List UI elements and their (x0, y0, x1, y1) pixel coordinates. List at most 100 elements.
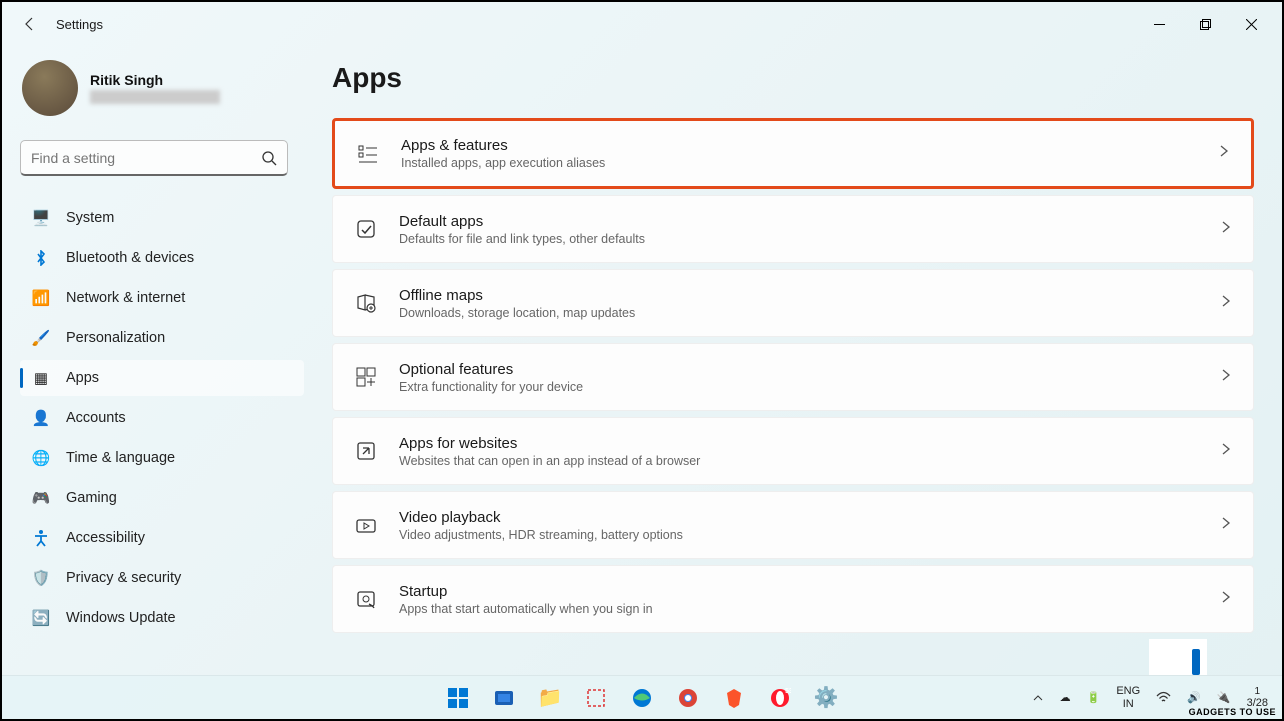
nav-label: Personalization (66, 330, 165, 346)
battery-icon[interactable]: 🔋 (1083, 691, 1105, 704)
card-apps-for-websites[interactable]: Apps for websites Websites that can open … (332, 417, 1254, 485)
nav-label: Time & language (66, 450, 175, 466)
card-subtitle: Apps that start automatically when you s… (399, 602, 1219, 616)
svg-text:539: 539 (785, 688, 791, 695)
search-box[interactable] (20, 140, 288, 176)
power-icon[interactable]: 🔌 (1213, 691, 1235, 704)
nav-icon (32, 249, 50, 267)
watermark: GADGETS TO USE (1189, 707, 1276, 717)
card-title: Optional features (399, 361, 1219, 378)
nav-label: Accessibility (66, 530, 145, 546)
settings-taskbar-icon[interactable]: ⚙️ (806, 678, 846, 718)
sidebar-item-gaming[interactable]: 🎮 Gaming (20, 480, 304, 516)
nav-icon: 👤 (32, 409, 50, 427)
sidebar-item-accessibility[interactable]: Accessibility (20, 520, 304, 556)
chevron-right-icon (1217, 144, 1231, 163)
explorer-icon[interactable]: 📁 (530, 678, 570, 718)
nav-icon: 🛡️ (32, 569, 50, 587)
nav-icon: 🖥️ (32, 209, 50, 227)
onedrive-icon[interactable]: ☁ (1056, 691, 1075, 704)
clock[interactable]: 1 3/28 (1243, 686, 1272, 709)
card-icon (353, 364, 379, 390)
nav-label: Windows Update (66, 610, 176, 626)
sidebar-item-network-internet[interactable]: 📶 Network & internet (20, 280, 304, 316)
card-icon (353, 216, 379, 242)
overlay-bar (1192, 649, 1200, 675)
card-title: Apps for websites (399, 435, 1219, 452)
card-icon (353, 438, 379, 464)
nav-label: Apps (66, 370, 99, 386)
sidebar-item-personalization[interactable]: 🖌️ Personalization (20, 320, 304, 356)
sidebar-item-windows-update[interactable]: 🔄Windows Update (20, 600, 304, 636)
chevron-right-icon (1219, 516, 1233, 535)
taskview-icon[interactable] (484, 678, 524, 718)
sidebar-item-privacy-security[interactable]: 🛡️ Privacy & security (20, 560, 304, 596)
chevron-right-icon (1219, 220, 1233, 239)
nav-icon: 🖌️ (32, 329, 50, 347)
nav-label: Privacy & security (66, 570, 181, 586)
sidebar: Ritik Singh 🖥️ System Bluetooth & devices 📶… (2, 46, 312, 679)
taskbar-center: 📁 539 ⚙️ (438, 678, 846, 718)
page-title: Apps (332, 62, 1254, 94)
card-icon (353, 512, 379, 538)
sidebar-item-apps[interactable]: ▦ Apps (20, 360, 304, 396)
nav-label: Network & internet (66, 290, 185, 306)
card-startup[interactable]: StartupApps that start automatically whe… (332, 565, 1254, 633)
close-button[interactable] (1228, 8, 1274, 40)
user-profile[interactable]: Ritik Singh (22, 60, 304, 116)
card-subtitle: Extra functionality for your device (399, 380, 1219, 394)
card-optional-features[interactable]: Optional features Extra functionality for… (332, 343, 1254, 411)
start-button[interactable] (438, 678, 478, 718)
sidebar-item-accounts[interactable]: 👤Accounts (20, 400, 304, 436)
chevron-right-icon (1219, 368, 1233, 387)
card-apps-features[interactable]: Apps & features Installed apps, app execu… (332, 118, 1254, 189)
card-title: Video playback (399, 509, 1219, 526)
opera-icon[interactable]: 539 (760, 678, 800, 718)
user-name: Ritik Singh (90, 72, 220, 88)
nav-icon: ▦ (32, 369, 50, 387)
wifi-icon[interactable] (1152, 690, 1175, 705)
card-subtitle: Downloads, storage location, map updates (399, 306, 1219, 320)
card-title: Offline maps (399, 287, 1219, 304)
user-email-blurred (90, 90, 220, 104)
back-button[interactable] (10, 4, 50, 44)
nav-label: System (66, 210, 114, 226)
nav-label: Bluetooth & devices (66, 250, 194, 266)
titlebar: Settings (2, 2, 1282, 46)
card-video-playback[interactable]: Video playback Video adjustments, HDR str… (332, 491, 1254, 559)
card-title: Apps & features (401, 137, 1217, 154)
nav-label: Gaming (66, 490, 117, 506)
edge-icon[interactable] (622, 678, 662, 718)
avatar (22, 60, 78, 116)
card-default-apps[interactable]: Default appsDefaults for file and link t… (332, 195, 1254, 263)
nav-icon (32, 529, 50, 547)
sidebar-item-bluetooth-devices[interactable]: Bluetooth & devices (20, 240, 304, 276)
sidebar-nav: 🖥️ System Bluetooth & devices 📶 Network & in… (20, 200, 304, 636)
card-offline-maps[interactable]: Offline maps Downloads, storage location,… (332, 269, 1254, 337)
nav-icon: 📶 (32, 289, 50, 307)
brave-icon[interactable] (714, 678, 754, 718)
volume-icon[interactable]: 🔊 (1183, 691, 1205, 704)
maximize-button[interactable] (1182, 8, 1228, 40)
chevron-right-icon (1219, 294, 1233, 313)
sidebar-item-time-language[interactable]: 🌐Time & language (20, 440, 304, 476)
card-subtitle: Websites that can open in an app instead… (399, 454, 1219, 468)
chevron-right-icon (1219, 442, 1233, 461)
card-subtitle: Installed apps, app execution aliases (401, 156, 1217, 170)
taskbar: 📁 539 ⚙️ ☁ 🔋 ENG IN 🔊 🔌 1 3/28 (2, 675, 1282, 719)
card-subtitle: Video adjustments, HDR streaming, batter… (399, 528, 1219, 542)
card-icon (353, 290, 379, 316)
search-input[interactable] (31, 150, 261, 166)
card-subtitle: Defaults for file and link types, other … (399, 232, 1219, 246)
search-icon (261, 150, 277, 166)
language-indicator[interactable]: ENG IN (1112, 685, 1144, 709)
sidebar-item-system[interactable]: 🖥️ System (20, 200, 304, 236)
minimize-button[interactable] (1136, 8, 1182, 40)
nav-icon: 🎮 (32, 489, 50, 507)
tray-chevron-icon[interactable] (1028, 692, 1048, 704)
chevron-right-icon (1219, 590, 1233, 609)
snip-icon[interactable] (576, 678, 616, 718)
main-content: Apps Apps & features Installed apps, app … (312, 46, 1282, 679)
chrome-icon[interactable] (668, 678, 708, 718)
taskbar-right: ☁ 🔋 ENG IN 🔊 🔌 1 3/28 (1028, 685, 1282, 709)
